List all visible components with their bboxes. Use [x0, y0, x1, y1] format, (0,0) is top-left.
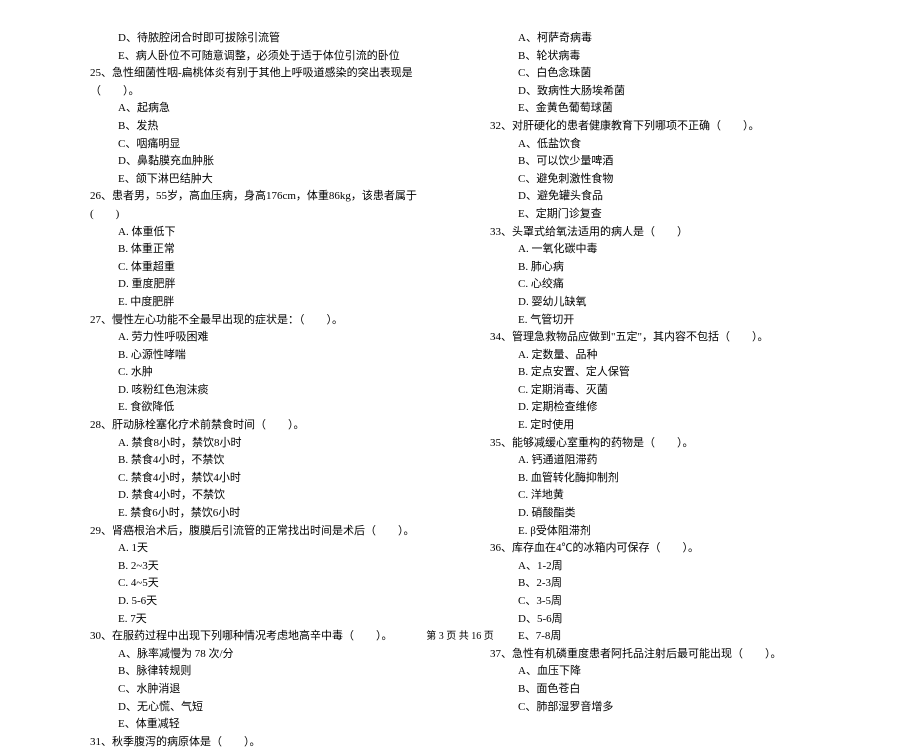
option: B. 肺心病 — [490, 259, 830, 277]
option: B. 血管转化酶抑制剂 — [490, 470, 830, 488]
option: B. 心源性哮喘 — [90, 347, 430, 365]
question-34: 34、管理急救物品应做到"五定"，其内容不包括（ ）。 — [490, 329, 830, 347]
option: C. 洋地黄 — [490, 487, 830, 505]
option: E、体重减轻 — [90, 716, 430, 734]
option: B. 禁食4小时，不禁饮 — [90, 452, 430, 470]
option: B. 定点安置、定人保管 — [490, 364, 830, 382]
question-27: 27、慢性左心功能不全最早出现的症状是：（ ）。 — [90, 312, 430, 330]
option: D、待脓腔闭合时即可拔除引流管 — [90, 30, 430, 48]
option: D. 硝酸酯类 — [490, 505, 830, 523]
option: E. 气管切开 — [490, 312, 830, 330]
option: C、肺部湿罗音增多 — [490, 699, 830, 717]
option: E. 中度肥胖 — [90, 294, 430, 312]
option: C、水肿消退 — [90, 681, 430, 699]
option: A、柯萨奇病毒 — [490, 30, 830, 48]
option: A. 钙通道阻滞药 — [490, 452, 830, 470]
option: D. 婴幼儿缺氧 — [490, 294, 830, 312]
option: A. 劳力性呼吸困难 — [90, 329, 430, 347]
option: C. 定期消毒、灭菌 — [490, 382, 830, 400]
option: E. 定时使用 — [490, 417, 830, 435]
option: C. 心绞痛 — [490, 276, 830, 294]
option: D、鼻黏膜充血肿胀 — [90, 153, 430, 171]
option: B. 2~3天 — [90, 558, 430, 576]
option: D. 重度肥胖 — [90, 276, 430, 294]
option: C、咽痛明显 — [90, 136, 430, 154]
option: B. 体重正常 — [90, 241, 430, 259]
option: B、轮状病毒 — [490, 48, 830, 66]
option: E. 7天 — [90, 611, 430, 629]
option: B、发热 — [90, 118, 430, 136]
question-25: 25、急性细菌性咽-扁桃体炎有别于其他上呼吸道感染的突出表现是（ ）。 — [90, 65, 430, 100]
option: C. 水肿 — [90, 364, 430, 382]
right-column: A、柯萨奇病毒 B、轮状病毒 C、白色念珠菌 D、致病性大肠埃希菌 E、金黄色葡… — [490, 30, 830, 751]
option: B、2-3周 — [490, 575, 830, 593]
option: D. 5-6天 — [90, 593, 430, 611]
option: E、金黄色葡萄球菌 — [490, 100, 830, 118]
question-28: 28、肝动脉栓塞化疗术前禁食时间（ ）。 — [90, 417, 430, 435]
option: D、无心慌、气短 — [90, 699, 430, 717]
option: E、定期门诊复查 — [490, 206, 830, 224]
left-column: D、待脓腔闭合时即可拔除引流管 E、病人卧位不可随意调整，必须处于适于体位引流的… — [90, 30, 430, 751]
option: C. 禁食4小时，禁饮4小时 — [90, 470, 430, 488]
question-31: 31、秋季腹泻的病原体是（ ）。 — [90, 734, 430, 751]
question-33: 33、头罩式给氧法适用的病人是（ ） — [490, 224, 830, 242]
option: A、脉率减慢为 78 次/分 — [90, 646, 430, 664]
option: E、病人卧位不可随意调整，必须处于适于体位引流的卧位 — [90, 48, 430, 66]
option: B、面色苍白 — [490, 681, 830, 699]
option: D. 禁食4小时，不禁饮 — [90, 487, 430, 505]
page-footer: 第 3 页 共 16 页 — [0, 627, 920, 642]
option: A. 定数量、品种 — [490, 347, 830, 365]
option: D、避免罐头食品 — [490, 188, 830, 206]
option: D、致病性大肠埃希菌 — [490, 83, 830, 101]
option: A、起病急 — [90, 100, 430, 118]
option: A. 体重低下 — [90, 224, 430, 242]
option: C、避免刺激性食物 — [490, 171, 830, 189]
option: D. 咳粉红色泡沫痰 — [90, 382, 430, 400]
option: C、白色念珠菌 — [490, 65, 830, 83]
option: A、血压下降 — [490, 663, 830, 681]
option: C. 体重超重 — [90, 259, 430, 277]
option: E. 食欲降低 — [90, 399, 430, 417]
option: B、脉律转规则 — [90, 663, 430, 681]
question-35: 35、能够减缓心室重构的药物是（ ）。 — [490, 435, 830, 453]
option: C、3-5周 — [490, 593, 830, 611]
option: E. 禁食6小时，禁饮6小时 — [90, 505, 430, 523]
option: A. 1天 — [90, 540, 430, 558]
option: A、低盐饮食 — [490, 136, 830, 154]
question-32: 32、对肝硬化的患者健康教育下列哪项不正确（ ）。 — [490, 118, 830, 136]
option: C. 4~5天 — [90, 575, 430, 593]
question-37: 37、急性有机磷重度患者阿托品注射后最可能出现（ ）。 — [490, 646, 830, 664]
option: B、可以饮少量啤酒 — [490, 153, 830, 171]
option: E. β受体阻滞剂 — [490, 523, 830, 541]
question-29: 29、肾癌根治术后，腹膜后引流管的正常找出时间是术后（ ）。 — [90, 523, 430, 541]
question-36: 36、库存血在4℃的冰箱内可保存（ ）。 — [490, 540, 830, 558]
option: D、5-6周 — [490, 611, 830, 629]
exam-content: D、待脓腔闭合时即可拔除引流管 E、病人卧位不可随意调整，必须处于适于体位引流的… — [90, 30, 830, 751]
option: A、1-2周 — [490, 558, 830, 576]
option: A. 禁食8小时，禁饮8小时 — [90, 435, 430, 453]
option: D. 定期检查维修 — [490, 399, 830, 417]
option: A. 一氧化碳中毒 — [490, 241, 830, 259]
question-26: 26、患者男，55岁，高血压病，身高176cm，体重86kg，该患者属于( ) — [90, 188, 430, 223]
option: E、颌下淋巴结肿大 — [90, 171, 430, 189]
